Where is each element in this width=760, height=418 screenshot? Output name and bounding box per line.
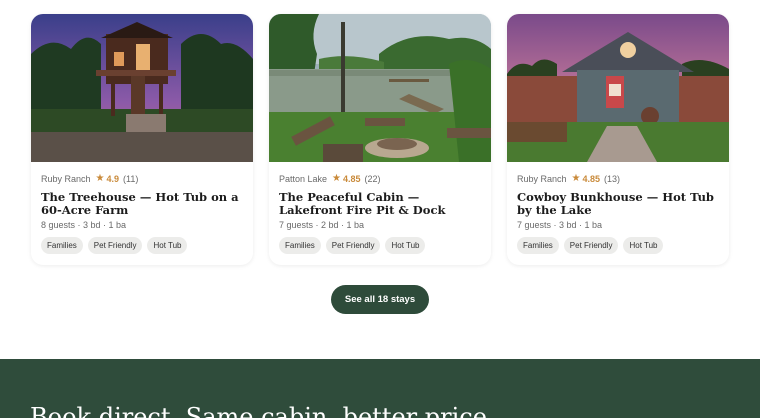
tag-pet-friendly: Pet Friendly <box>87 237 143 254</box>
listing-tags: Families Pet Friendly Hot Tub <box>279 237 483 254</box>
tag-families: Families <box>279 237 321 254</box>
star-icon: ★ <box>332 173 342 184</box>
listing-specs: 7 guests · 3 bd · 1 ba <box>517 220 603 230</box>
listing-review-count: (13) <box>604 173 621 184</box>
tag-hot-tub: Hot Tub <box>385 237 426 254</box>
listing-review-count: (22) <box>364 173 381 184</box>
listing-meta: Ruby Ranch ★ 4.85 (13) <box>517 172 721 185</box>
tag-families: Families <box>41 237 83 254</box>
tag-pet-friendly: Pet Friendly <box>325 237 381 254</box>
listing-rating: 4.85 <box>343 173 361 184</box>
listing-meta: Ruby Ranch ★ 4.9 (11) <box>41 172 245 185</box>
listing-photo-peaceful-cabin[interactable] <box>269 14 491 162</box>
tag-pet-friendly: Pet Friendly <box>563 237 619 254</box>
listing-rating: 4.9 <box>106 173 120 184</box>
listing-photo-cowboy-bunkhouse[interactable] <box>507 14 729 162</box>
listing-title[interactable]: The Peaceful Cabin — Lakefront Fire Pit … <box>279 191 483 217</box>
listing-location: Ruby Ranch <box>41 173 91 184</box>
listing-rating: 4.85 <box>582 173 601 184</box>
listing-card-treehouse[interactable]: Ruby Ranch ★ 4.9 (11) The Treehouse — Ho… <box>31 14 253 265</box>
star-icon: ★ <box>95 173 105 184</box>
listing-cards: Ruby Ranch ★ 4.9 (11) The Treehouse — Ho… <box>31 14 730 265</box>
tag-hot-tub: Hot Tub <box>147 237 188 254</box>
tag-families: Families <box>517 237 559 254</box>
book-direct-banner: Book direct. Same cabin, better price. <box>0 359 760 418</box>
listing-card-peaceful-cabin[interactable]: Patton Lake ★ 4.85 (22) The Peaceful Cab… <box>269 14 491 265</box>
tag-hot-tub: Hot Tub <box>623 237 664 254</box>
see-all-stays-button[interactable]: See all 18 stays <box>331 285 429 314</box>
listing-specs: 8 guests · 3 bd · 1 ba <box>41 220 127 230</box>
listing-review-count: (11) <box>123 173 139 184</box>
listing-location: Patton Lake <box>279 173 328 184</box>
listing-tags: Families Pet Friendly Hot Tub <box>41 237 245 254</box>
listing-tags: Families Pet Friendly Hot Tub <box>517 237 721 254</box>
listing-title[interactable]: Cowboy Bunkhouse — Hot Tub by the Lake <box>517 191 721 217</box>
listing-specs: 7 guests · 2 bd · 1 ba <box>279 220 365 230</box>
star-icon: ★ <box>571 173 581 184</box>
listing-card-cowboy-bunkhouse[interactable]: Ruby Ranch ★ 4.85 (13) Cowboy Bunkhouse … <box>507 14 729 265</box>
listing-title[interactable]: The Treehouse — Hot Tub on a 60-Acre Far… <box>41 191 245 217</box>
listing-location: Ruby Ranch <box>517 173 567 184</box>
listing-photo-treehouse[interactable] <box>31 14 253 162</box>
listing-meta: Patton Lake ★ 4.85 (22) <box>279 172 483 185</box>
banner-heading: Book direct. Same cabin, better price. <box>30 403 495 418</box>
